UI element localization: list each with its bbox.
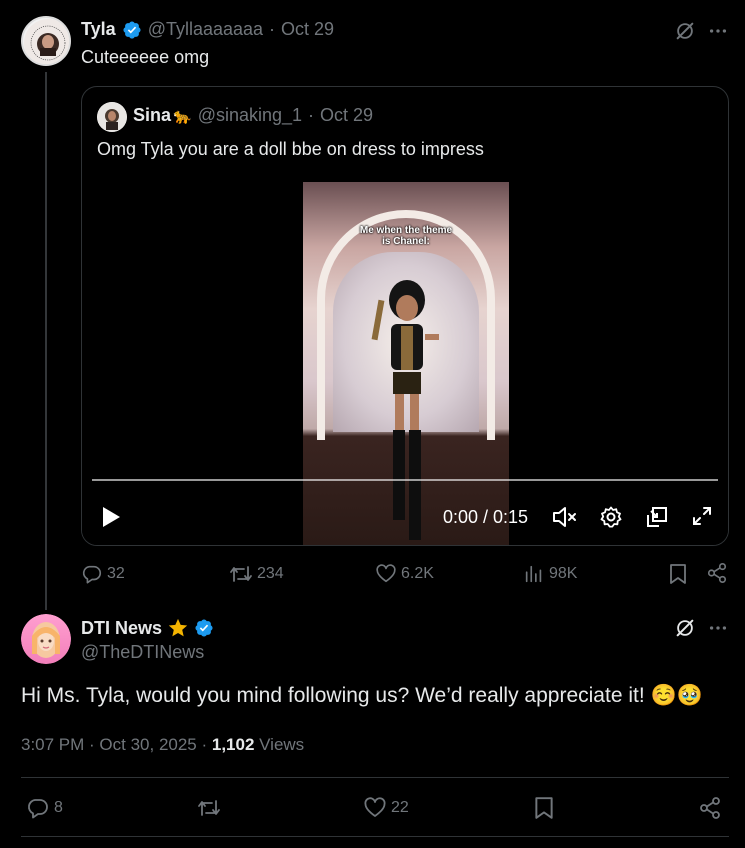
verified-icon [194,618,214,638]
quote-tweet-card[interactable]: Sina 🐆 @sinaking_1 · Oct 29 Omg Tyla you… [81,86,729,546]
avatar-dti-news[interactable] [21,614,71,664]
mute-icon[interactable] [552,505,578,529]
video-player[interactable]: Me when the theme is Chanel: 0:00 / 0:15 [82,182,728,545]
dot-separator: · [269,19,276,39]
repost-icon[interactable] [196,797,222,819]
quote-author-handle[interactable]: @sinaking_1 [198,105,302,126]
divider-top [21,777,729,778]
reply-author-name[interactable]: DTI News [81,618,162,639]
video-time: 0:00 / 0:15 [443,507,529,527]
avatar-tyla[interactable] [21,16,71,66]
tweet-date[interactable]: Oct 29 [281,19,334,40]
settings-icon[interactable] [599,505,623,529]
like-count: 6.2K [401,565,434,582]
like-action[interactable]: 6.2K [375,563,434,585]
thread-line [45,72,47,610]
video-caption: Me when the theme is Chanel: [359,225,453,247]
quote-date[interactable]: Oct 29 [320,105,373,126]
verified-icon [122,20,142,40]
grok-icon[interactable] [674,20,696,42]
repost-action[interactable]: 234 [229,563,284,585]
quote-text: Omg Tyla you are a doll bbe on dress to … [97,139,484,159]
share-icon[interactable] [706,562,728,584]
views-action[interactable]: 98K [523,563,577,585]
reply-timestamp-line: 3:07 PM · Oct 30, 2025 · 1,102 Views [21,735,304,755]
star-icon [167,617,189,639]
bookmark-icon[interactable] [668,563,688,585]
quote-header: Sina 🐆 @sinaking_1 · Oct 29 [133,105,373,126]
reply-action[interactable]: 32 [81,563,125,585]
views-icon [523,563,549,585]
quote-author-name[interactable]: Sina [133,105,171,126]
reply-text: Hi Ms. Tyla, would you mind following us… [21,684,703,707]
fullscreen-icon[interactable] [691,505,713,527]
avatar-figure [371,280,439,540]
video-thumbnail: Me when the theme is Chanel: [303,182,509,545]
tweet-header: Tyla @Tyllaaaaaaa · Oct 29 [81,19,334,40]
author-name[interactable]: Tyla [81,19,116,40]
reply-header: DTI News [81,617,214,639]
reply-count: 8 [54,799,63,816]
like-icon [363,796,391,820]
reply-author-handle[interactable]: @TheDTINews [81,642,204,663]
views-count: 98K [549,565,578,582]
pip-icon[interactable] [645,505,669,529]
reply-count: 32 [107,565,125,582]
reply-views-label: Views [254,735,305,754]
divider-bottom [21,836,729,837]
more-icon[interactable] [707,20,729,42]
repost-count: 234 [257,565,284,582]
reply-timestamp[interactable]: 3:07 PM · Oct 30, 2025 · [21,735,212,754]
share-icon[interactable] [698,796,722,820]
tweet-text: Cuteeeeee omg [81,47,210,67]
leopard-emoji: 🐆 [173,107,192,125]
more-icon[interactable] [707,617,729,639]
reply-icon [81,563,107,585]
dot-separator: · [308,105,315,125]
like-action-2[interactable]: 22 [363,796,409,820]
video-progress-bar[interactable] [92,479,718,481]
reply-views-count: 1,102 [211,735,255,754]
reply-action-2[interactable]: 8 [26,796,63,820]
author-handle[interactable]: @Tyllaaaaaaa [148,19,263,40]
reply-icon [26,796,54,820]
like-icon [375,563,401,585]
repost-icon [229,563,257,585]
avatar-sina[interactable] [97,102,127,132]
play-icon[interactable] [100,505,122,529]
bookmark-icon[interactable] [533,796,555,820]
grok-icon[interactable] [674,617,696,639]
like-count: 22 [391,799,409,816]
